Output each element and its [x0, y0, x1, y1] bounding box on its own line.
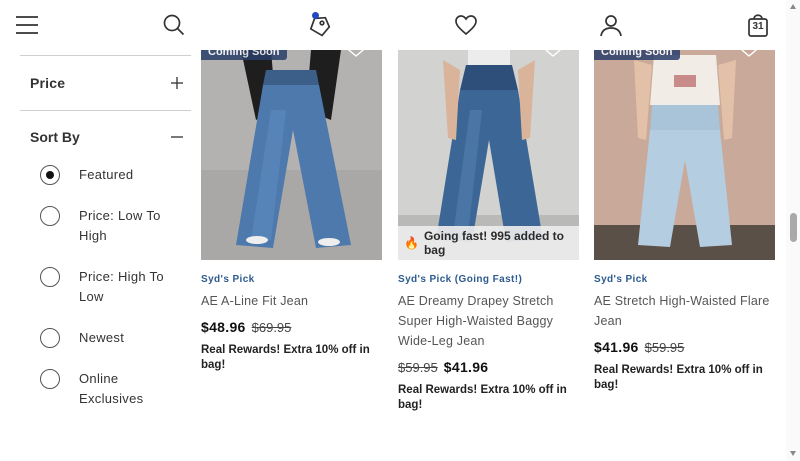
radio[interactable]: [40, 369, 60, 389]
sort-option-label: Newest: [79, 330, 125, 345]
going-fast-banner: 🔥 Going fast! 995 added to bag: [398, 226, 579, 260]
coming-soon-badge: Coming Soon: [594, 50, 680, 60]
product-card[interactable]: 🔥 Going fast! 995 added to bag Syd's Pic…: [398, 50, 579, 413]
sort-option-online-exclusives[interactable]: Online Exclusives: [20, 369, 191, 409]
product-prices: $41.96 $59.95: [594, 339, 775, 355]
price-filter-toggle[interactable]: Price: [20, 56, 191, 110]
rewards-promo: Real Rewards! Extra 10% off in bag!: [398, 384, 567, 411]
rewards-promo: Real Rewards! Extra 10% off in bag!: [201, 344, 370, 371]
original-price: $69.95: [251, 320, 292, 335]
product-pick-label: Syd's Pick (Going Fast!): [398, 274, 523, 285]
product-pick-label: Syd's Pick: [594, 274, 648, 285]
product-prices: $59.95 $41.96: [398, 359, 579, 375]
favorite-heart-icon[interactable]: [739, 50, 759, 58]
top-nav: 31: [0, 0, 786, 50]
radio[interactable]: [40, 206, 60, 226]
going-fast-text: Going fast! 995 added to bag: [423, 229, 564, 257]
favorite-heart-icon[interactable]: [346, 50, 366, 58]
sort-option-label: Online Exclusives: [79, 371, 144, 406]
page-scrollbar[interactable]: [786, 0, 800, 461]
search-icon[interactable]: [160, 11, 188, 39]
sort-option-label: Price: Low To High: [79, 208, 161, 243]
coming-soon-badge: Coming Soon: [201, 50, 287, 60]
sort-by-toggle[interactable]: Sort By: [20, 111, 191, 163]
bag-icon[interactable]: 31: [744, 11, 772, 39]
product-image[interactable]: Coming Soon: [594, 50, 775, 260]
scroll-down-arrow[interactable]: [790, 451, 796, 456]
scroll-thumb[interactable]: [790, 213, 797, 242]
menu-icon[interactable]: [13, 11, 41, 39]
product-image[interactable]: 🔥 Going fast! 995 added to bag: [398, 50, 579, 260]
product-image[interactable]: Coming Soon: [201, 50, 382, 260]
sort-option-newest[interactable]: Newest: [20, 328, 191, 348]
sort-by-label: Sort By: [30, 129, 80, 145]
sale-price: $48.96: [201, 319, 246, 335]
sale-price: $41.96: [594, 339, 639, 355]
sort-option-label: Price: High To Low: [79, 269, 164, 304]
favorite-heart-icon[interactable]: [543, 50, 563, 58]
product-name[interactable]: AE A-Line Fit Jean: [201, 291, 382, 311]
tag-icon[interactable]: [306, 11, 334, 39]
account-icon[interactable]: [597, 11, 625, 39]
heart-icon[interactable]: [452, 11, 480, 39]
plus-icon: [171, 77, 183, 89]
original-price: $59.95: [644, 340, 685, 355]
notification-dot: [312, 12, 319, 19]
radio[interactable]: [40, 328, 60, 348]
sort-option-label: Featured: [79, 167, 134, 182]
product-card[interactable]: Coming Soon Syd's Pick AE A-Line Fit Jea…: [201, 50, 382, 373]
sort-option-price-low-high[interactable]: Price: Low To High: [20, 206, 191, 246]
product-prices: $48.96 $69.95: [201, 319, 382, 335]
product-card[interactable]: Coming Soon Syd's Pick AE Stretch High-W…: [594, 50, 775, 393]
sale-price: $41.96: [443, 359, 489, 375]
minus-icon: [171, 136, 183, 138]
rewards-promo: Real Rewards! Extra 10% off in bag!: [594, 364, 763, 391]
radio-selected[interactable]: [40, 165, 60, 185]
sort-option-price-high-low[interactable]: Price: High To Low: [20, 267, 191, 307]
filter-sidebar: Price Sort By Featured Price: Low To Hig…: [20, 50, 191, 409]
original-price: $59.95: [398, 360, 438, 375]
scroll-up-arrow[interactable]: [790, 4, 796, 9]
product-pick-label: Syd's Pick: [201, 274, 255, 285]
price-filter-label: Price: [30, 75, 66, 91]
product-name[interactable]: AE Stretch High-Waisted Flare Jean: [594, 291, 775, 331]
radio[interactable]: [40, 267, 60, 287]
product-name[interactable]: AE Dreamy Drapey Stretch Super High-Wais…: [398, 291, 579, 351]
flame-icon: 🔥: [404, 236, 419, 250]
bag-count: 31: [752, 21, 764, 32]
sort-option-featured[interactable]: Featured: [20, 165, 191, 185]
